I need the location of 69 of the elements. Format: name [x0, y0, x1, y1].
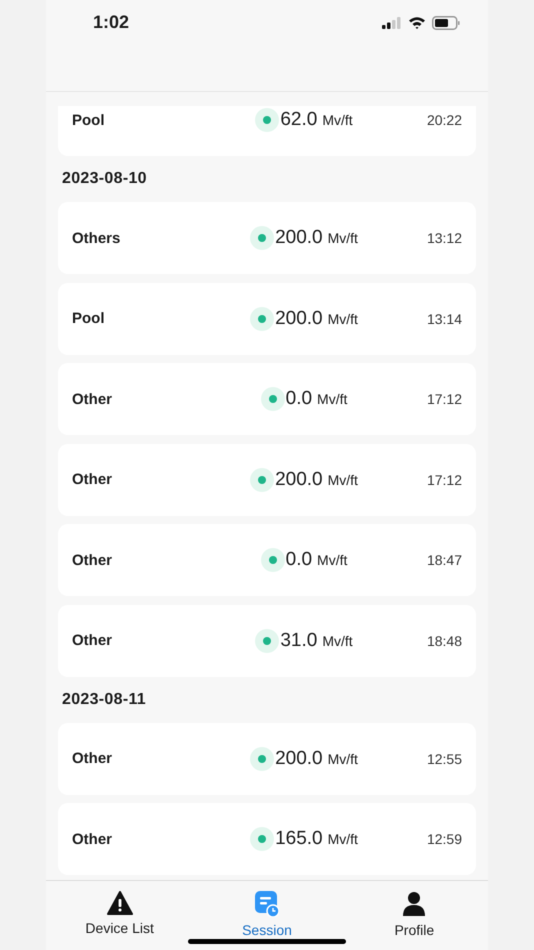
location-label: Pool	[72, 112, 106, 128]
location-label: Pool	[72, 310, 106, 327]
time-label: 12:55	[426, 750, 462, 766]
status-dot-icon	[255, 628, 280, 652]
reading-value: 0.0	[286, 549, 312, 571]
reading-value: 31.0	[280, 630, 318, 652]
reading-value: 0.0	[286, 388, 312, 410]
time-label: 18:47	[426, 552, 462, 568]
session-card[interactable]: Other 31.0 Mv/ft 18:48	[58, 604, 476, 676]
document-clock-icon	[254, 891, 279, 917]
status-dot-icon	[250, 306, 274, 330]
location-label: Other	[72, 471, 114, 488]
time-label: 12:59	[426, 831, 462, 847]
unit-label: Mv/ft	[322, 632, 353, 648]
unit-label: Mv/ft	[317, 552, 348, 568]
warning-icon	[106, 891, 133, 915]
signal-icon	[382, 16, 402, 28]
status-dot-icon	[255, 108, 280, 132]
wifi-icon	[408, 16, 426, 29]
status-time: 1:02	[93, 12, 130, 33]
location-label: Other	[72, 750, 114, 767]
time-label: 13:14	[426, 310, 462, 326]
session-card[interactable]: Other 200.0 Mv/ft 12:55	[58, 722, 476, 794]
reading-value: 165.0	[275, 828, 323, 850]
unit-label: Mv/ft	[317, 391, 348, 407]
session-card[interactable]: Others 200.0 Mv/ft 13:12	[58, 202, 476, 274]
location-label: Other	[72, 830, 114, 848]
tab[interactable]: Device List	[46, 881, 194, 950]
session-card[interactable]: Other 165.0 Mv/ft 12:59	[58, 803, 476, 875]
time-label: 18:48	[426, 632, 462, 648]
tab-label: Device List	[85, 920, 154, 936]
session-card[interactable]: Pool 62.0 Mv/ft 20:22	[58, 106, 476, 156]
reading-value: 200.0	[275, 468, 323, 490]
status-dot-icon	[260, 387, 285, 411]
unit-label: Mv/ft	[322, 112, 353, 128]
reading-value: 200.0	[275, 227, 323, 249]
session-card[interactable]: Other 0.0 Mv/ft 18:47	[58, 524, 476, 596]
status-dot-icon	[250, 468, 274, 492]
status-dot-icon	[260, 548, 285, 572]
unit-label: Mv/ft	[328, 472, 358, 488]
time-label: 13:12	[426, 230, 462, 246]
status-dot-icon	[250, 746, 274, 770]
tab[interactable]: Session	[193, 881, 341, 950]
location-label: Other	[72, 552, 114, 568]
reading-value: 200.0	[275, 308, 323, 330]
time-label: 20:22	[426, 112, 462, 128]
tab-label: Profile	[394, 922, 434, 938]
time-label: 17:12	[426, 472, 462, 488]
unit-label: Mv/ft	[328, 750, 358, 766]
person-icon	[403, 891, 426, 917]
session-card[interactable]: Other 200.0 Mv/ft 17:12	[58, 444, 476, 516]
unit-label: Mv/ft	[328, 310, 358, 326]
tab-label: Session	[242, 922, 292, 938]
tab[interactable]: Profile	[340, 881, 488, 950]
unit-label: Mv/ft	[328, 831, 358, 847]
session-card[interactable]: Pool 200.0 Mv/ft 13:14	[58, 282, 476, 354]
time-label: 17:12	[426, 391, 462, 407]
status-dot-icon	[250, 827, 274, 851]
session-card[interactable]: Other 0.0 Mv/ft 17:12	[58, 363, 476, 435]
location-label: Other	[72, 390, 114, 408]
date-heading: 2023-08-10	[61, 169, 148, 189]
location-label: Other	[72, 632, 114, 649]
date-heading: 2023-08-11	[61, 690, 147, 710]
location-label: Others	[72, 230, 122, 246]
reading-value: 200.0	[275, 748, 323, 770]
battery-icon	[432, 16, 460, 30]
status-dot-icon	[250, 226, 274, 250]
reading-value: 62.0	[280, 109, 318, 131]
unit-label: Mv/ft	[328, 230, 358, 246]
